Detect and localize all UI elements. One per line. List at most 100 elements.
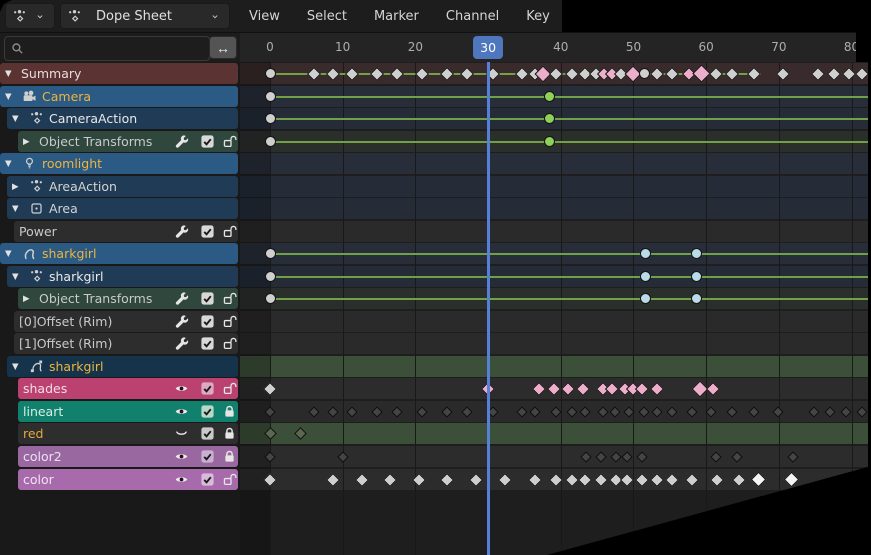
channel-row-color[interactable]: color — [18, 469, 238, 490]
channel-row-color2[interactable]: color2 — [18, 446, 238, 467]
channel-row-object-transforms-camera[interactable]: ▶ Object Transforms — [18, 131, 238, 152]
collapse-triangle-icon[interactable]: ▼ — [5, 92, 21, 102]
check-button[interactable] — [199, 224, 215, 240]
check-button[interactable] — [199, 381, 215, 397]
search-icon — [9, 41, 26, 57]
wrench-button[interactable] — [173, 314, 189, 330]
eye-button[interactable] — [173, 472, 189, 488]
collapse-triangle-icon[interactable]: ▼ — [12, 204, 28, 214]
search-field[interactable] — [4, 36, 210, 61]
channel-label: Power — [19, 224, 57, 239]
channel-row-object-transforms-sharkgirl[interactable]: ▶ Object Transforms — [18, 288, 238, 309]
channel-list: ▼ Summary ▼ Camera ▼ CameraAction ▶ Object Tran… — [0, 62, 240, 555]
channel-row-sharkgirl-object[interactable]: ▼ sharkgirl — [0, 243, 238, 264]
check-button[interactable] — [199, 472, 215, 488]
check-button[interactable] — [199, 134, 215, 150]
keyframe-circle[interactable] — [264, 271, 276, 282]
timeline-ruler[interactable]: 30 0 10 20 40 50 60 70 80 — [240, 32, 856, 64]
lock-open-button[interactable] — [221, 224, 237, 240]
expand-triangle-icon[interactable]: ▶ — [23, 137, 39, 147]
keyframe-circle[interactable] — [639, 293, 651, 304]
channel-row-lineart[interactable]: lineart — [18, 401, 238, 422]
menu-select[interactable]: Select — [294, 9, 361, 24]
lock-open-button[interactable] — [221, 314, 237, 330]
channel-strip-offset-rim-0 — [240, 311, 868, 332]
channel-row-camera-action[interactable]: ▼ CameraAction — [7, 108, 238, 129]
channel-row-offset-rim-1[interactable]: [1]Offset (Rim) — [14, 333, 238, 354]
channel-row-summary[interactable]: ▼ Summary — [0, 63, 238, 84]
eye-button[interactable] — [173, 449, 189, 465]
collapse-triangle-icon[interactable]: ▼ — [5, 69, 21, 79]
keyframe-circle[interactable] — [264, 68, 276, 79]
check-button[interactable] — [199, 449, 215, 465]
channel-label: sharkgirl — [42, 246, 97, 261]
check-button[interactable] — [199, 404, 215, 420]
playhead-line[interactable] — [487, 62, 490, 555]
keyframe-area[interactable] — [240, 62, 868, 555]
collapse-triangle-icon[interactable]: ▼ — [12, 272, 28, 282]
action-icon — [28, 111, 45, 127]
keyframe-circle[interactable] — [264, 293, 276, 304]
chevron-down-icon — [210, 8, 220, 24]
channel-row-roomlight[interactable]: ▼ roomlight — [0, 153, 238, 174]
current-frame-badge[interactable]: 30 — [473, 36, 504, 59]
blender-dope-sheet-window: Dope Sheet View Select Marker Channel Key ↔ … — [0, 0, 871, 555]
collapse-triangle-icon[interactable]: ▼ — [12, 362, 28, 372]
check-button[interactable] — [199, 336, 215, 352]
channel-row-offset-rim-0[interactable]: [0]Offset (Rim) — [14, 311, 238, 332]
wrench-button[interactable] — [173, 291, 189, 307]
lock-open-button[interactable] — [221, 381, 237, 397]
menu-key[interactable]: Key — [513, 9, 564, 24]
check-button[interactable] — [199, 426, 215, 442]
eye-closed-button[interactable] — [173, 426, 189, 442]
lock-closed-button[interactable] — [221, 449, 237, 465]
channel-row-shades[interactable]: shades — [18, 378, 238, 399]
hold-value-line — [270, 95, 868, 98]
hold-value-line — [270, 275, 868, 278]
keyframe-circle[interactable] — [639, 248, 651, 259]
keyframe-circle[interactable] — [264, 113, 276, 124]
check-button[interactable] — [199, 314, 215, 330]
check-button[interactable] — [199, 291, 215, 307]
expand-triangle-icon[interactable]: ▶ — [12, 182, 28, 192]
channel-row-red[interactable]: red — [18, 423, 238, 444]
mode-dropdown[interactable]: Dope Sheet — [60, 3, 230, 29]
keyframe-circle[interactable] — [264, 136, 276, 147]
channel-row-sharkgirl-action[interactable]: ▼ sharkgirl — [7, 266, 238, 287]
channel-row-area-action[interactable]: ▶ AreaAction — [7, 176, 238, 197]
wrench-button[interactable] — [173, 224, 189, 240]
keyframe-circle[interactable] — [264, 91, 276, 102]
expand-triangle-icon[interactable]: ▶ — [23, 294, 39, 304]
channel-row-camera[interactable]: ▼ Camera — [0, 86, 238, 107]
collapse-triangle-icon[interactable]: ▼ — [5, 159, 21, 169]
channel-row-area[interactable]: ▼ Area — [7, 198, 238, 219]
keyframe-circle[interactable] — [639, 271, 651, 282]
lock-open-button[interactable] — [221, 134, 237, 150]
eye-button[interactable] — [173, 404, 189, 420]
wrench-button[interactable] — [173, 336, 189, 352]
eye-button[interactable] — [173, 381, 189, 397]
frame-range-toggle-button[interactable]: ↔ — [209, 36, 237, 59]
keyframe-circle[interactable] — [264, 248, 276, 259]
gridline — [706, 62, 708, 555]
lock-closed-button[interactable] — [221, 426, 237, 442]
search-input[interactable] — [30, 40, 194, 57]
lock-open-button[interactable] — [221, 291, 237, 307]
editor-type-button[interactable] — [5, 3, 55, 29]
menu-marker[interactable]: Marker — [361, 9, 433, 24]
channel-row-power[interactable]: Power — [14, 221, 238, 242]
dope-sheet-icon — [11, 8, 28, 24]
collapse-triangle-icon[interactable]: ▼ — [12, 114, 28, 124]
action-icon — [28, 269, 45, 285]
lock-closed-button[interactable] — [221, 404, 237, 420]
channel-row-sharkgirl-gpencil-data[interactable]: ▼ sharkgirl — [7, 356, 238, 377]
channel-label: shades — [23, 381, 68, 396]
editor-header: Dope Sheet View Select Marker Channel Key — [0, 0, 562, 32]
menu-view[interactable]: View — [236, 9, 294, 24]
lock-open-button[interactable] — [221, 472, 237, 488]
keyframe-circle[interactable] — [638, 68, 650, 79]
menu-channel[interactable]: Channel — [433, 9, 513, 24]
collapse-triangle-icon[interactable]: ▼ — [5, 249, 21, 259]
wrench-button[interactable] — [173, 134, 189, 150]
lock-open-button[interactable] — [221, 336, 237, 352]
